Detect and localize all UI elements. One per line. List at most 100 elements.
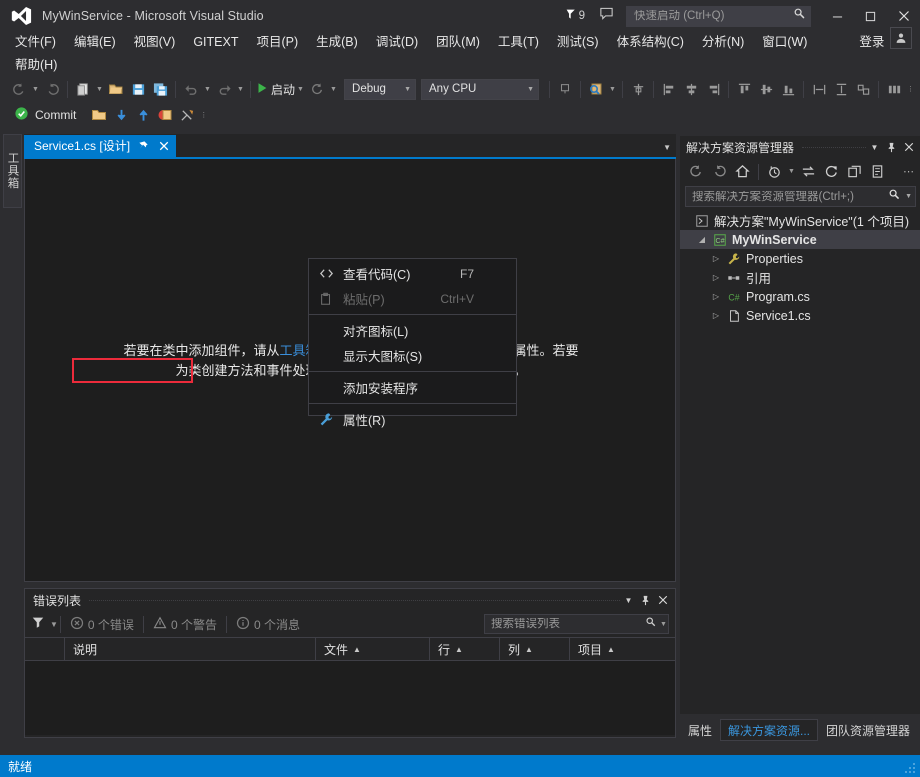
tree-item-program-cs[interactable]: ▷ C# Program.cs: [680, 287, 920, 306]
expander-collapsed-icon[interactable]: ▷: [708, 254, 724, 263]
expander-collapsed-icon[interactable]: ▷: [708, 292, 724, 301]
context-menu-item-properties[interactable]: 属性(R): [309, 407, 516, 432]
menu-item-architecture[interactable]: 体系结构(C): [608, 31, 693, 53]
restart-icon[interactable]: [306, 78, 328, 100]
sync-with-active-document-icon[interactable]: [797, 161, 820, 183]
find-dropdown-icon[interactable]: ▼: [607, 78, 618, 100]
show-all-files-icon[interactable]: [866, 161, 889, 183]
chevron-down-icon[interactable]: ▼: [620, 590, 637, 610]
maximize-icon[interactable]: [854, 0, 887, 32]
menu-item-view[interactable]: 视图(V): [125, 31, 185, 53]
undo-dropdown-icon[interactable]: ▼: [202, 78, 213, 100]
menu-item-login[interactable]: 登录: [850, 31, 893, 53]
new-item-icon[interactable]: [72, 78, 94, 100]
toolbar-overflow-icon[interactable]: ⋮: [905, 78, 916, 100]
solution-explorer-search-box[interactable]: ▼: [685, 186, 916, 207]
expander-collapsed-icon[interactable]: ▷: [708, 311, 724, 320]
new-item-dropdown-icon[interactable]: ▼: [94, 78, 105, 100]
message-count-button[interactable]: 0 个消息: [229, 616, 307, 633]
menu-item-window[interactable]: 窗口(W): [753, 31, 816, 53]
close-icon[interactable]: [900, 137, 917, 157]
forward-icon[interactable]: [708, 161, 731, 183]
menu-item-gitext[interactable]: GITEXT: [184, 31, 247, 53]
error-list-column-project[interactable]: 项目 ▲: [570, 638, 675, 661]
error-list-column-file[interactable]: 文件 ▲: [316, 637, 430, 661]
horizontal-spacing-icon[interactable]: [883, 78, 905, 100]
pin-icon[interactable]: [883, 137, 900, 157]
close-icon[interactable]: [654, 590, 671, 610]
chevron-down-icon[interactable]: ▼: [866, 137, 883, 157]
align-tops-icon[interactable]: [733, 78, 755, 100]
menu-item-build[interactable]: 生成(B): [307, 31, 367, 53]
menu-item-file[interactable]: 文件(F): [6, 31, 65, 53]
align-rights-icon[interactable]: [702, 78, 724, 100]
toolbox-tab[interactable]: 工具箱: [3, 134, 22, 208]
tree-item-references[interactable]: ▷ 引用: [680, 268, 920, 287]
navigate-forward-icon[interactable]: [41, 78, 63, 100]
tree-item-project-mywinservice[interactable]: ◢ C# MyWinService: [680, 230, 920, 249]
commit-button[interactable]: Commit: [14, 106, 76, 124]
chevron-down-icon[interactable]: ▼: [660, 621, 667, 628]
open-file-icon[interactable]: [105, 78, 127, 100]
pull-down-arrow-icon[interactable]: [110, 104, 132, 126]
context-menu[interactable]: 查看代码(C) F7 粘贴(P) Ctrl+V 对齐图标(L) 显示大图标(S)…: [308, 258, 517, 428]
menu-item-test[interactable]: 测试(S): [548, 31, 608, 53]
close-tab-icon[interactable]: [157, 140, 170, 154]
start-dropdown-icon[interactable]: ▼: [295, 78, 306, 100]
pending-changes-icon[interactable]: [763, 161, 786, 183]
tree-item-properties[interactable]: ▷ Properties: [680, 249, 920, 268]
dock-tab-team-explorer[interactable]: 团队资源管理器: [818, 719, 918, 741]
find-in-files-icon[interactable]: [585, 78, 607, 100]
solution-platform-combo[interactable]: Any CPU ▼: [421, 78, 540, 100]
make-same-height-icon[interactable]: [830, 78, 852, 100]
step-icon[interactable]: [554, 78, 576, 100]
redo-icon[interactable]: [213, 78, 235, 100]
notifications-button[interactable]: 9: [565, 8, 585, 24]
refresh-icon[interactable]: [820, 161, 843, 183]
quick-launch-input[interactable]: [634, 10, 793, 22]
error-search-box[interactable]: ▼: [484, 614, 669, 634]
save-all-icon[interactable]: [149, 78, 171, 100]
error-list-column-description[interactable]: 说明: [65, 637, 316, 661]
error-list-column-line[interactable]: 行 ▲: [430, 637, 500, 661]
stash-icon[interactable]: [154, 104, 176, 126]
error-search-input[interactable]: [491, 618, 645, 630]
chevron-down-icon[interactable]: ▼: [663, 143, 671, 158]
undo-icon[interactable]: [180, 78, 202, 100]
align-lefts-icon[interactable]: [658, 78, 680, 100]
context-menu-item-large-icons[interactable]: 显示大图标(S): [309, 343, 516, 368]
document-tab-service1[interactable]: Service1.cs [设计]: [24, 135, 177, 158]
menu-item-analyze[interactable]: 分析(N): [693, 31, 753, 53]
dock-tab-solution-explorer[interactable]: 解决方案资源...: [720, 719, 819, 741]
menu-item-help[interactable]: 帮助(H): [6, 54, 66, 76]
make-same-size-icon[interactable]: [852, 78, 874, 100]
tree-item-service1-cs[interactable]: ▷ Service1.cs: [680, 306, 920, 325]
git-toolbar-overflow-icon[interactable]: ⋮: [198, 104, 209, 126]
expander-collapsed-icon[interactable]: ▷: [708, 273, 724, 282]
minimize-icon[interactable]: [821, 0, 854, 32]
back-dropdown-icon[interactable]: ▼: [30, 78, 41, 100]
align-centers-icon[interactable]: [680, 78, 702, 100]
push-up-arrow-icon[interactable]: [132, 104, 154, 126]
context-menu-item-view-code[interactable]: 查看代码(C) F7: [309, 261, 516, 286]
pin-icon[interactable]: [637, 590, 654, 610]
folder-icon[interactable]: [88, 104, 110, 126]
navigate-back-icon[interactable]: [8, 78, 30, 100]
align-to-grid-icon[interactable]: [627, 78, 649, 100]
back-icon[interactable]: [685, 161, 708, 183]
error-list-rows[interactable]: [25, 661, 675, 735]
tree-item-solution[interactable]: 解决方案"MyWinService"(1 个项目): [680, 211, 920, 230]
error-list-column-icon[interactable]: [25, 637, 65, 661]
dock-tab-properties[interactable]: 属性: [680, 719, 720, 741]
overflow-icon[interactable]: ⋯: [897, 161, 920, 183]
warning-count-button[interactable]: 0 个警告: [146, 616, 224, 633]
account-icon[interactable]: [890, 27, 912, 49]
expander-expanded-icon[interactable]: ◢: [694, 235, 710, 244]
menu-item-debug[interactable]: 调试(D): [367, 31, 427, 53]
menu-item-project[interactable]: 项目(P): [247, 31, 307, 53]
git-tools-icon[interactable]: [176, 104, 198, 126]
error-count-button[interactable]: 0 个错误: [63, 616, 141, 633]
filter-button[interactable]: ▼: [31, 615, 58, 634]
feedback-smiley-icon[interactable]: [599, 6, 614, 26]
save-icon[interactable]: [127, 78, 149, 100]
